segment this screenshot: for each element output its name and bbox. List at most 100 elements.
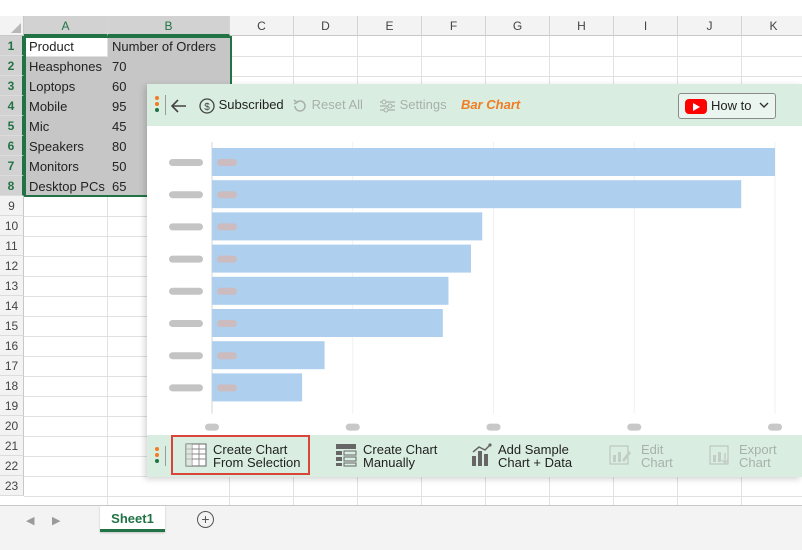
- create-chart-from-selection-button[interactable]: Create Chart From Selection: [185, 440, 307, 472]
- row-header-2[interactable]: 2: [0, 56, 24, 76]
- add-sheet-icon[interactable]: +: [197, 511, 214, 528]
- bar-chart-preview: [169, 142, 782, 431]
- row-header-9[interactable]: 9: [0, 196, 24, 216]
- settings-button[interactable]: Settings: [379, 96, 447, 114]
- column-header-g[interactable]: G: [486, 16, 550, 36]
- cell-product[interactable]: Speakers: [25, 137, 108, 157]
- x-tick-label-placeholder: [627, 423, 642, 431]
- data-label-placeholder: [217, 287, 237, 295]
- kebab-menu-icon[interactable]: [155, 96, 159, 114]
- chart-bar: [212, 180, 742, 209]
- cell-a1[interactable]: Product: [25, 37, 108, 57]
- data-label-placeholder: [217, 159, 237, 166]
- add-sample-chart-button[interactable]: Add Sample Chart + Data: [470, 440, 580, 472]
- youtube-icon: [685, 99, 707, 114]
- create-chart-from-selection-line2: From Selection: [213, 455, 301, 470]
- row-header-10[interactable]: 10: [0, 216, 24, 236]
- reset-all-label: Reset All: [311, 97, 363, 112]
- row-header-12[interactable]: 12: [0, 256, 24, 276]
- toolbar-divider: [165, 446, 166, 466]
- x-tick-label-placeholder: [345, 423, 360, 431]
- cell-b1[interactable]: Number of Orders: [108, 37, 230, 57]
- svg-text:$: $: [204, 102, 210, 113]
- column-header-c[interactable]: C: [230, 16, 294, 36]
- category-label-placeholder: [169, 287, 203, 295]
- row-header-19[interactable]: 19: [0, 396, 24, 416]
- row-header-11[interactable]: 11: [0, 236, 24, 256]
- row-header-23[interactable]: 23: [0, 476, 24, 496]
- category-label-placeholder: [169, 352, 203, 360]
- top-toolbar: $ Subscribed Reset All Settings Bar Char…: [147, 84, 802, 126]
- column-header-j[interactable]: J: [678, 16, 742, 36]
- row-header-21[interactable]: 21: [0, 436, 24, 456]
- row-header-1[interactable]: 1: [0, 36, 24, 56]
- row-header-22[interactable]: 22: [0, 456, 24, 476]
- scroll-right-icon[interactable]: ▶: [52, 514, 60, 527]
- row-header-3[interactable]: 3: [0, 76, 24, 96]
- cell-product[interactable]: Loptops: [25, 77, 108, 97]
- cell-product[interactable]: Mic: [25, 117, 108, 137]
- select-all-corner[interactable]: [0, 16, 24, 36]
- row-header-18[interactable]: 18: [0, 376, 24, 396]
- column-header-a[interactable]: A: [24, 16, 108, 36]
- column-header-i[interactable]: I: [614, 16, 678, 36]
- export-chart-icon: [709, 445, 729, 465]
- scroll-left-icon[interactable]: ◀: [26, 514, 34, 527]
- cell-product[interactable]: Monitors: [25, 157, 108, 177]
- row-header-6[interactable]: 6: [0, 136, 24, 156]
- column-header-e[interactable]: E: [358, 16, 422, 36]
- gridline: [24, 496, 802, 497]
- toolbar-divider: [165, 95, 166, 115]
- data-label-placeholder: [217, 352, 237, 360]
- category-label-placeholder: [169, 223, 203, 231]
- subscribed-button[interactable]: $ Subscribed: [199, 96, 284, 114]
- bottom-toolbar: Create Chart From Selection Create Chart M…: [147, 435, 802, 477]
- row-header-14[interactable]: 14: [0, 296, 24, 316]
- cell-product[interactable]: Mobile: [25, 97, 108, 117]
- data-label-placeholder: [217, 384, 237, 392]
- cell-product[interactable]: Desktop PCs: [25, 177, 108, 197]
- add-sample-line2: Chart + Data: [498, 455, 573, 470]
- data-label-placeholder: [217, 255, 237, 263]
- chart-bar: [212, 212, 483, 241]
- cell-product[interactable]: Heasphones: [25, 57, 108, 77]
- chart-addin-panel: $ Subscribed Reset All Settings Bar Char…: [147, 84, 802, 477]
- chart-bar: [212, 244, 471, 273]
- column-header-h[interactable]: H: [550, 16, 614, 36]
- table-edit-icon: [336, 444, 357, 467]
- row-header-8[interactable]: 8: [0, 176, 24, 196]
- sheet-tab-sheet1[interactable]: Sheet1: [100, 506, 165, 532]
- row-header-20[interactable]: 20: [0, 416, 24, 436]
- row-header-5[interactable]: 5: [0, 116, 24, 136]
- row-header-13[interactable]: 13: [0, 276, 24, 296]
- row-header-15[interactable]: 15: [0, 316, 24, 336]
- sample-chart-icon: [472, 443, 492, 466]
- column-header-d[interactable]: D: [294, 16, 358, 36]
- edit-chart-button[interactable]: Edit Chart: [609, 440, 679, 472]
- edit-chart-icon: [609, 445, 631, 465]
- reset-icon: [293, 98, 306, 112]
- kebab-menu-icon[interactable]: [155, 447, 159, 465]
- chart-bar: [212, 148, 775, 176]
- create-chart-manually-button[interactable]: Create Chart Manually: [335, 440, 445, 472]
- row-header-7[interactable]: 7: [0, 156, 24, 176]
- column-header-k[interactable]: K: [742, 16, 802, 36]
- data-label-placeholder: [217, 191, 237, 199]
- edit-chart-line2: Chart: [641, 455, 673, 470]
- row-header-4[interactable]: 4: [0, 96, 24, 116]
- chevron-down-icon: [759, 102, 769, 108]
- x-tick-label-placeholder: [768, 423, 782, 431]
- column-header-f[interactable]: F: [422, 16, 486, 36]
- how-to-dropdown[interactable]: How to: [678, 93, 776, 119]
- export-chart-line2: Chart: [739, 455, 771, 470]
- column-header-b[interactable]: B: [108, 16, 230, 36]
- settings-label: Settings: [399, 97, 447, 112]
- export-chart-button[interactable]: Export Chart: [709, 440, 789, 472]
- how-to-label: How to: [711, 98, 752, 113]
- row-header-17[interactable]: 17: [0, 356, 24, 376]
- cell-orders[interactable]: 70: [108, 57, 230, 77]
- row-header-16[interactable]: 16: [0, 336, 24, 356]
- reset-all-button[interactable]: Reset All: [292, 96, 363, 114]
- back-icon[interactable]: [171, 96, 187, 114]
- category-label-placeholder: [169, 320, 203, 327]
